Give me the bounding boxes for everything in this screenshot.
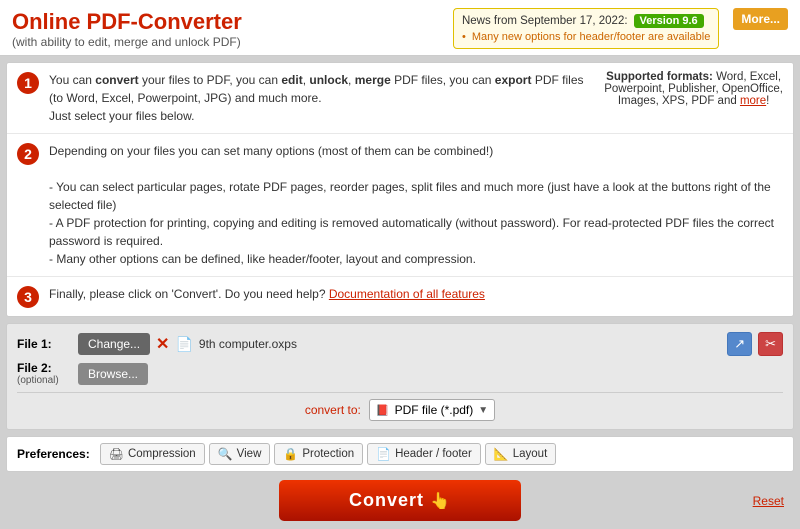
pref-protection-label: Protection xyxy=(302,448,354,460)
convert-area: Convert 👆 Reset xyxy=(0,472,800,529)
step-2-row: 2 Depending on your files you can set ma… xyxy=(7,134,793,277)
pref-tab-view[interactable]: 🔍 View xyxy=(209,443,271,465)
protection-icon: 🔒 xyxy=(283,447,298,461)
file1-delete-icon[interactable]: ✕ xyxy=(156,334,169,354)
pref-tab-layout[interactable]: 📐 Layout xyxy=(485,443,556,465)
convert-button[interactable]: Convert 👆 xyxy=(279,480,521,521)
news-bullet-icon: • xyxy=(462,31,466,43)
file1-row: File 1: Change... ✕ 📄 9th computer.oxps … xyxy=(17,332,783,356)
news-label: News from September 17, 2022: xyxy=(462,15,628,27)
pref-tab-compression[interactable]: 🖨 Compression xyxy=(100,443,205,465)
preferences-label: Preferences: xyxy=(17,447,90,461)
file2-label: File 2: xyxy=(17,361,72,375)
news-bullet-text: Many new options for header/footer are a… xyxy=(472,31,710,43)
compression-icon: 🖨 xyxy=(109,447,124,461)
pref-header-footer-label: Header / footer xyxy=(395,448,472,460)
app-title: Online PDF-Converter xyxy=(12,9,242,35)
format-value: PDF file (*.pdf) xyxy=(395,403,474,417)
step-2-content: Depending on your files you can set many… xyxy=(49,142,783,268)
view-icon: 🔍 xyxy=(218,447,233,461)
file1-name: 9th computer.oxps xyxy=(199,337,297,351)
step-1-row: 1 You can convert your files to PDF, you… xyxy=(7,63,793,134)
preferences-area: Preferences: 🖨 Compression 🔍 View 🔒 Prot… xyxy=(6,436,794,472)
header-title-block: Online PDF-Converter (with ability to ed… xyxy=(12,9,242,49)
file1-change-button[interactable]: Change... xyxy=(78,333,150,355)
step-1-side: Supported formats: Word, Excel,Powerpoin… xyxy=(604,71,783,107)
file2-optional: (optional) xyxy=(17,375,72,386)
pref-tab-protection[interactable]: 🔒 Protection xyxy=(274,443,363,465)
step-3-content: Finally, please click on 'Convert'. Do y… xyxy=(49,285,783,303)
documentation-link[interactable]: Documentation of all features xyxy=(329,287,485,301)
more-button[interactable]: More... xyxy=(733,8,788,30)
app-subtitle: (with ability to edit, merge and unlock … xyxy=(12,35,241,49)
news-row: • Many new options for header/footer are… xyxy=(462,31,710,43)
chevron-down-icon: ▼ xyxy=(478,405,488,416)
news-top: News from September 17, 2022: Version 9.… xyxy=(462,14,710,28)
format-select[interactable]: 📕 PDF file (*.pdf) ▼ xyxy=(369,399,495,421)
header: Online PDF-Converter (with ability to ed… xyxy=(0,0,800,56)
convert-to-row: convert to: 📕 PDF file (*.pdf) ▼ xyxy=(17,392,783,421)
pref-tab-header-footer[interactable]: 📄 Header / footer xyxy=(367,443,481,465)
pref-layout-label: Layout xyxy=(513,448,548,460)
file1-scissors-button[interactable]: ✂ xyxy=(758,332,783,356)
cursor-hand-icon: 👆 xyxy=(430,491,451,511)
pdf-icon: 📕 xyxy=(376,404,390,417)
main-container: Online PDF-Converter (with ability to ed… xyxy=(0,0,800,500)
convert-button-label: Convert xyxy=(349,490,424,510)
header-footer-icon: 📄 xyxy=(376,447,391,461)
steps-area: 1 You can convert your files to PDF, you… xyxy=(6,62,794,317)
layout-icon: 📐 xyxy=(494,447,509,461)
file-area: File 1: Change... ✕ 📄 9th computer.oxps … xyxy=(6,323,794,430)
version-badge: Version 9.6 xyxy=(634,14,704,28)
file2-browse-button[interactable]: Browse... xyxy=(78,363,148,385)
step-3-number: 3 xyxy=(17,286,39,308)
step-2-number: 2 xyxy=(17,143,39,165)
step-1-number: 1 xyxy=(17,72,39,94)
file1-type-icon: 📄 xyxy=(175,336,192,353)
more-link[interactable]: more xyxy=(740,95,766,107)
news-box: News from September 17, 2022: Version 9.… xyxy=(453,8,719,49)
file1-share-button[interactable]: ↗ xyxy=(727,332,752,356)
file1-label: File 1: xyxy=(17,337,72,351)
step-3-row: 3 Finally, please click on 'Convert'. Do… xyxy=(7,277,793,316)
pref-compression-label: Compression xyxy=(128,448,196,460)
file1-action-icons: ↗ ✂ xyxy=(727,332,783,356)
convert-to-label: convert to: xyxy=(305,403,361,417)
pref-view-label: View xyxy=(237,448,262,460)
reset-link[interactable]: Reset xyxy=(753,494,784,508)
file2-row: File 2: (optional) Browse... xyxy=(17,361,783,386)
step-1-content: You can convert your files to PDF, you c… xyxy=(49,71,594,125)
